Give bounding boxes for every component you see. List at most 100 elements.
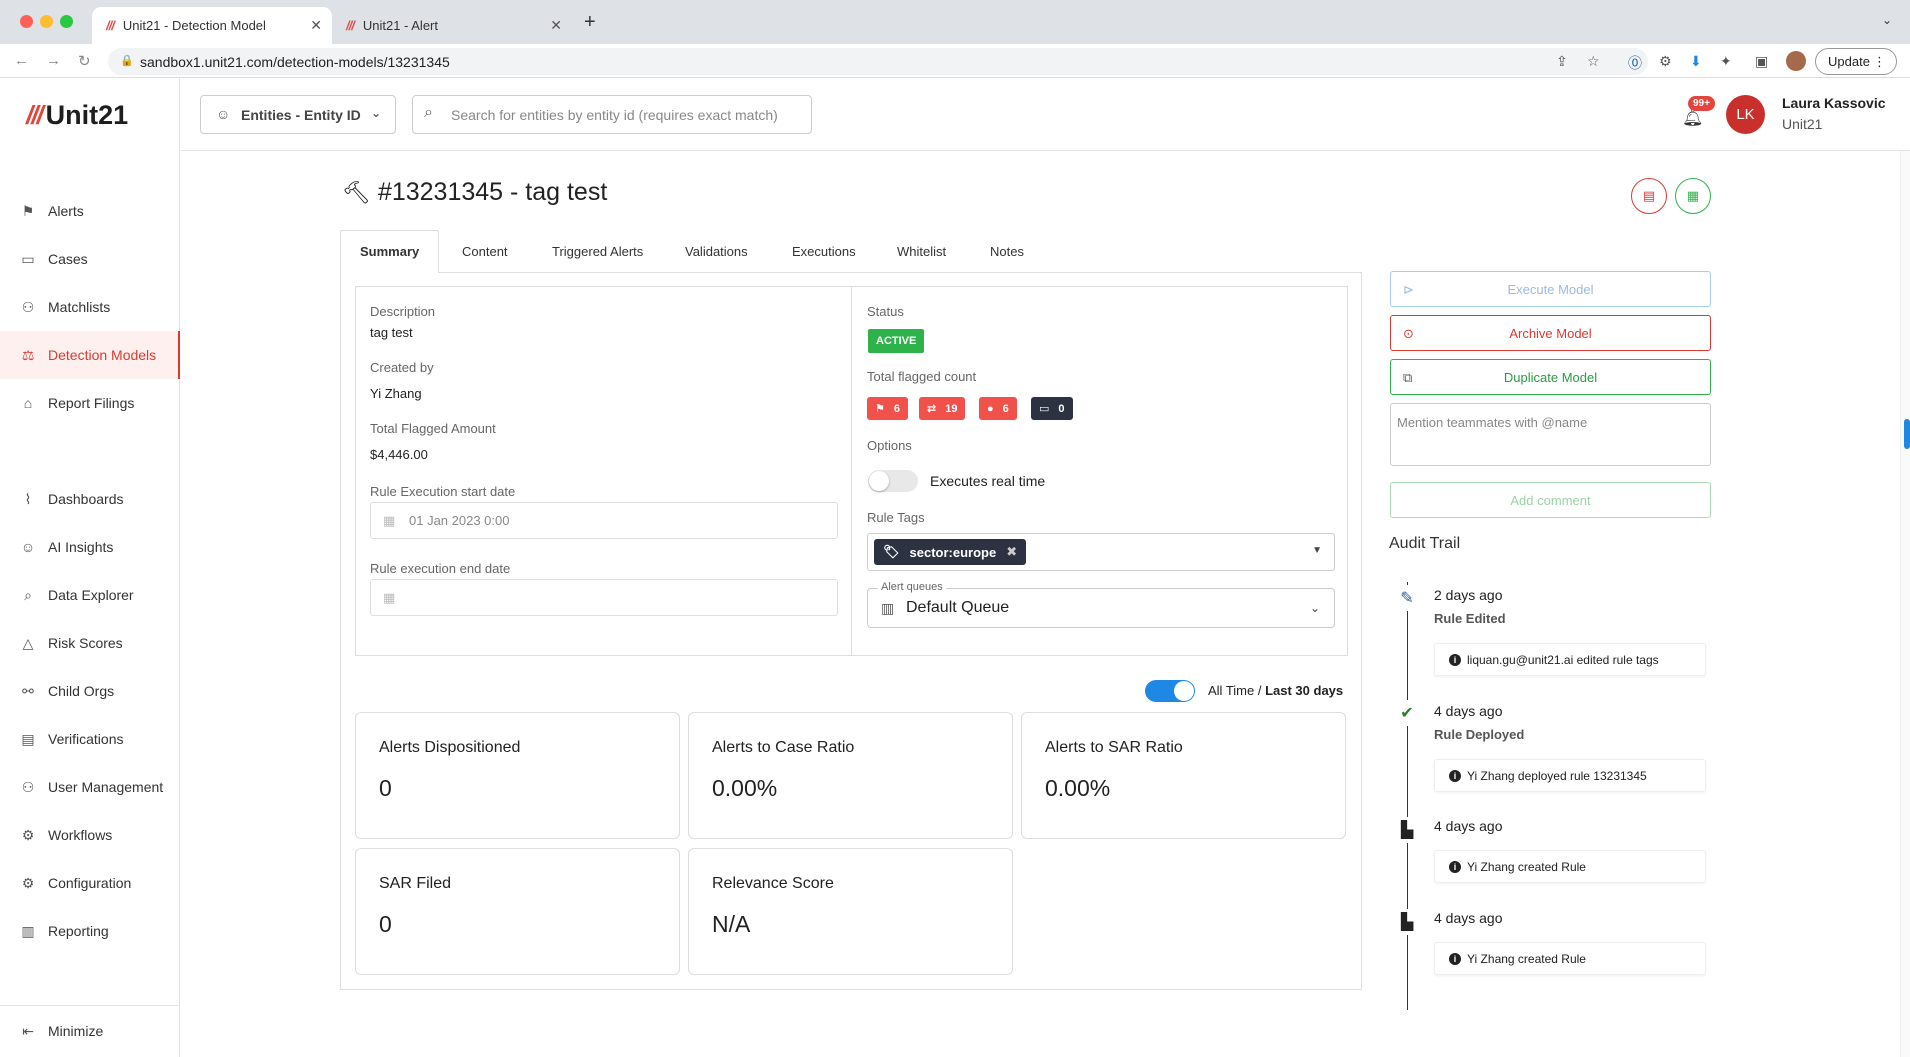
toggle-knob bbox=[869, 471, 889, 491]
notification-bell-icon[interactable]: 🔔︎ bbox=[1682, 108, 1704, 128]
unit21-logo-mark-icon: /// bbox=[26, 100, 44, 130]
url-field[interactable]: 🔒 sandbox1.unit21.com/detection-models/1… bbox=[108, 48, 1648, 75]
mention-comment-input[interactable]: Mention teammates with @name bbox=[1390, 403, 1711, 466]
extension-gear-icon[interactable]: ⚙ bbox=[1659, 53, 1672, 70]
unit21-favicon-icon: /// bbox=[106, 18, 115, 33]
sidebar: /// Unit21 ⚑ Alerts ▭ Cases ⚇ Matchlists ⚖ D… bbox=[0, 78, 180, 1057]
tab-summary[interactable]: Summary bbox=[340, 230, 440, 273]
user-avatar[interactable]: LK bbox=[1726, 95, 1765, 134]
execute-label: Execute Model bbox=[1507, 281, 1594, 297]
briefcase-icon: ▙ bbox=[1394, 817, 1420, 843]
new-tab-button[interactable]: + bbox=[584, 11, 596, 34]
rule-tags-select[interactable]: 🏷︎ sector:europe ✖ ▼ bbox=[867, 533, 1335, 571]
search-data-icon: ⌕ bbox=[24, 586, 32, 603]
close-tab-icon[interactable]: ✕ bbox=[310, 17, 322, 34]
sidebar-item-cases[interactable]: ▭ Cases bbox=[0, 239, 180, 279]
stat-title: Alerts Dispositioned bbox=[379, 739, 521, 756]
transfer-icon: ⇄ bbox=[927, 403, 937, 415]
status-badge: ACTIVE bbox=[868, 329, 925, 353]
stat-title: Relevance Score bbox=[712, 875, 834, 892]
all-time-label: All Time / bbox=[1208, 683, 1262, 698]
sidebar-item-ai-insights[interactable]: ☺ AI Insights bbox=[0, 527, 180, 567]
chevron-down-icon: ⌄ bbox=[370, 106, 381, 120]
flagged-amount-value: $4,446.00 bbox=[370, 447, 428, 462]
browser-tab-alert[interactable]: /// Unit21 - Alert ✕ bbox=[332, 7, 572, 44]
realtime-toggle[interactable] bbox=[868, 470, 918, 492]
forward-arrow-icon[interactable]: → bbox=[46, 52, 61, 69]
tab-whitelist[interactable]: Whitelist bbox=[897, 230, 946, 273]
tab-content[interactable]: Content bbox=[462, 230, 508, 273]
tab-list-chevron-icon[interactable]: ⌄ bbox=[1882, 13, 1892, 27]
tab-executions[interactable]: Executions bbox=[792, 230, 856, 273]
bookmark-star-icon[interactable]: ☆ bbox=[1587, 53, 1600, 70]
archive-model-button[interactable]: ⊙ Archive Model bbox=[1390, 315, 1711, 351]
url-text: sandbox1.unit21.com/detection-models/132… bbox=[140, 53, 450, 70]
profile-avatar[interactable] bbox=[1786, 51, 1806, 71]
sidebar-item-configuration[interactable]: ⚙ Configuration bbox=[0, 863, 180, 903]
remove-tag-icon[interactable]: ✖ bbox=[1006, 544, 1017, 560]
org-tree-icon: ⚯ bbox=[22, 682, 34, 699]
tab-triggered-alerts[interactable]: Triggered Alerts bbox=[552, 230, 643, 273]
person-icon: ☺ bbox=[216, 106, 231, 122]
execute-model-button[interactable]: ⊳ Execute Model bbox=[1390, 271, 1711, 307]
extensions-puzzle-icon[interactable]: ✦ bbox=[1720, 53, 1732, 70]
share-icon[interactable]: ⇪ bbox=[1556, 53, 1568, 70]
sidebar-item-user-management[interactable]: ⚇ User Management bbox=[0, 767, 180, 807]
add-comment-button[interactable]: Add comment bbox=[1390, 482, 1711, 518]
minimize-sidebar-button[interactable]: ⇤ Minimize bbox=[0, 1005, 180, 1057]
tab-label: Whitelist bbox=[897, 244, 947, 259]
sidebar-item-alerts[interactable]: ⚑ Alerts bbox=[0, 191, 180, 231]
sidebar-item-label: Verifications bbox=[48, 731, 124, 747]
close-tab-icon[interactable]: ✕ bbox=[550, 17, 562, 34]
gear-icon: ⚙ bbox=[21, 826, 35, 843]
scale-icon: ⚖ bbox=[21, 346, 35, 363]
start-date-input[interactable]: ▦ 01 Jan 2023 0:00 bbox=[370, 502, 838, 539]
sidebar-item-workflows[interactable]: ⚙ Workflows bbox=[0, 815, 180, 855]
duplicate-label: Duplicate Model bbox=[1503, 369, 1598, 385]
sidebar-item-label: Configuration bbox=[48, 875, 132, 891]
reload-icon[interactable]: ↻ bbox=[78, 52, 91, 70]
export-pdf-button[interactable]: ▤ bbox=[1631, 178, 1667, 214]
sidebar-item-verifications[interactable]: ▤ Verifications bbox=[0, 719, 180, 759]
sidebar-item-reporting[interactable]: ▥ Reporting bbox=[0, 911, 180, 951]
back-arrow-icon[interactable]: ← bbox=[14, 52, 29, 69]
calendar-icon: ▦ bbox=[383, 513, 396, 528]
sidebar-item-label: Child Orgs bbox=[48, 683, 115, 699]
page-scrollbar[interactable] bbox=[1900, 151, 1910, 1057]
tab-label: Executions bbox=[792, 244, 856, 259]
entity-type-select[interactable]: ☺ Entities - Entity ID ⌄ bbox=[200, 95, 396, 134]
scroll-handle[interactable] bbox=[1904, 419, 1910, 449]
entity-search-input[interactable]: ⌕ Search for entities by entity id (requ… bbox=[412, 95, 812, 134]
close-window-button[interactable] bbox=[20, 15, 33, 28]
tab-validations[interactable]: Validations bbox=[685, 230, 748, 273]
user-name[interactable]: Laura Kassovic bbox=[1782, 95, 1886, 111]
time-range-label: All Time / Last 30 days bbox=[1208, 683, 1343, 698]
sidebar-item-child-orgs[interactable]: ⚯ Child Orgs bbox=[0, 671, 180, 711]
sidebar-item-risk-scores[interactable]: △ Risk Scores bbox=[0, 623, 180, 663]
end-date-input[interactable]: ▦ bbox=[370, 579, 838, 616]
notification-count-badge: 99+ bbox=[1688, 96, 1715, 111]
sidebar-item-matchlists[interactable]: ⚇ Matchlists bbox=[0, 287, 180, 327]
report-icon: ▥ bbox=[21, 922, 35, 939]
created-by-label: Created by bbox=[370, 360, 434, 375]
export-excel-button[interactable]: ▦ bbox=[1675, 178, 1711, 214]
password-manager-icon[interactable]: ⓪ bbox=[1628, 53, 1642, 73]
time-range-toggle[interactable] bbox=[1145, 680, 1195, 702]
tab-notes[interactable]: Notes bbox=[990, 230, 1024, 273]
side-panel-icon[interactable]: ▣ bbox=[1755, 53, 1768, 70]
download-extension-icon[interactable]: ⬇ bbox=[1690, 53, 1702, 70]
maximize-window-button[interactable] bbox=[60, 15, 73, 28]
audit-event-title: Rule Deployed bbox=[1434, 727, 1525, 742]
unit21-logo[interactable]: /// Unit21 bbox=[26, 100, 128, 131]
archive-label: Archive Model bbox=[1509, 325, 1592, 341]
update-button[interactable]: Update ⋮ bbox=[1815, 48, 1897, 75]
sidebar-item-data-explorer[interactable]: ⌕ Data Explorer bbox=[0, 575, 180, 615]
minimize-window-button[interactable] bbox=[40, 15, 53, 28]
alert-queue-select[interactable]: Alert queues ▥ Default Queue ⌄ bbox=[867, 581, 1335, 628]
duplicate-model-button[interactable]: ⧉ Duplicate Model bbox=[1390, 359, 1711, 395]
sidebar-item-detection-models[interactable]: ⚖ Detection Models bbox=[0, 331, 180, 379]
sidebar-item-report-filings[interactable]: ⌂ Report Filings bbox=[0, 383, 180, 423]
browser-tab-detection-model[interactable]: /// Unit21 - Detection Model ✕ bbox=[92, 7, 332, 44]
brand-name: Unit21 bbox=[45, 100, 129, 130]
sidebar-item-dashboards[interactable]: ⌇ Dashboards bbox=[0, 479, 180, 519]
